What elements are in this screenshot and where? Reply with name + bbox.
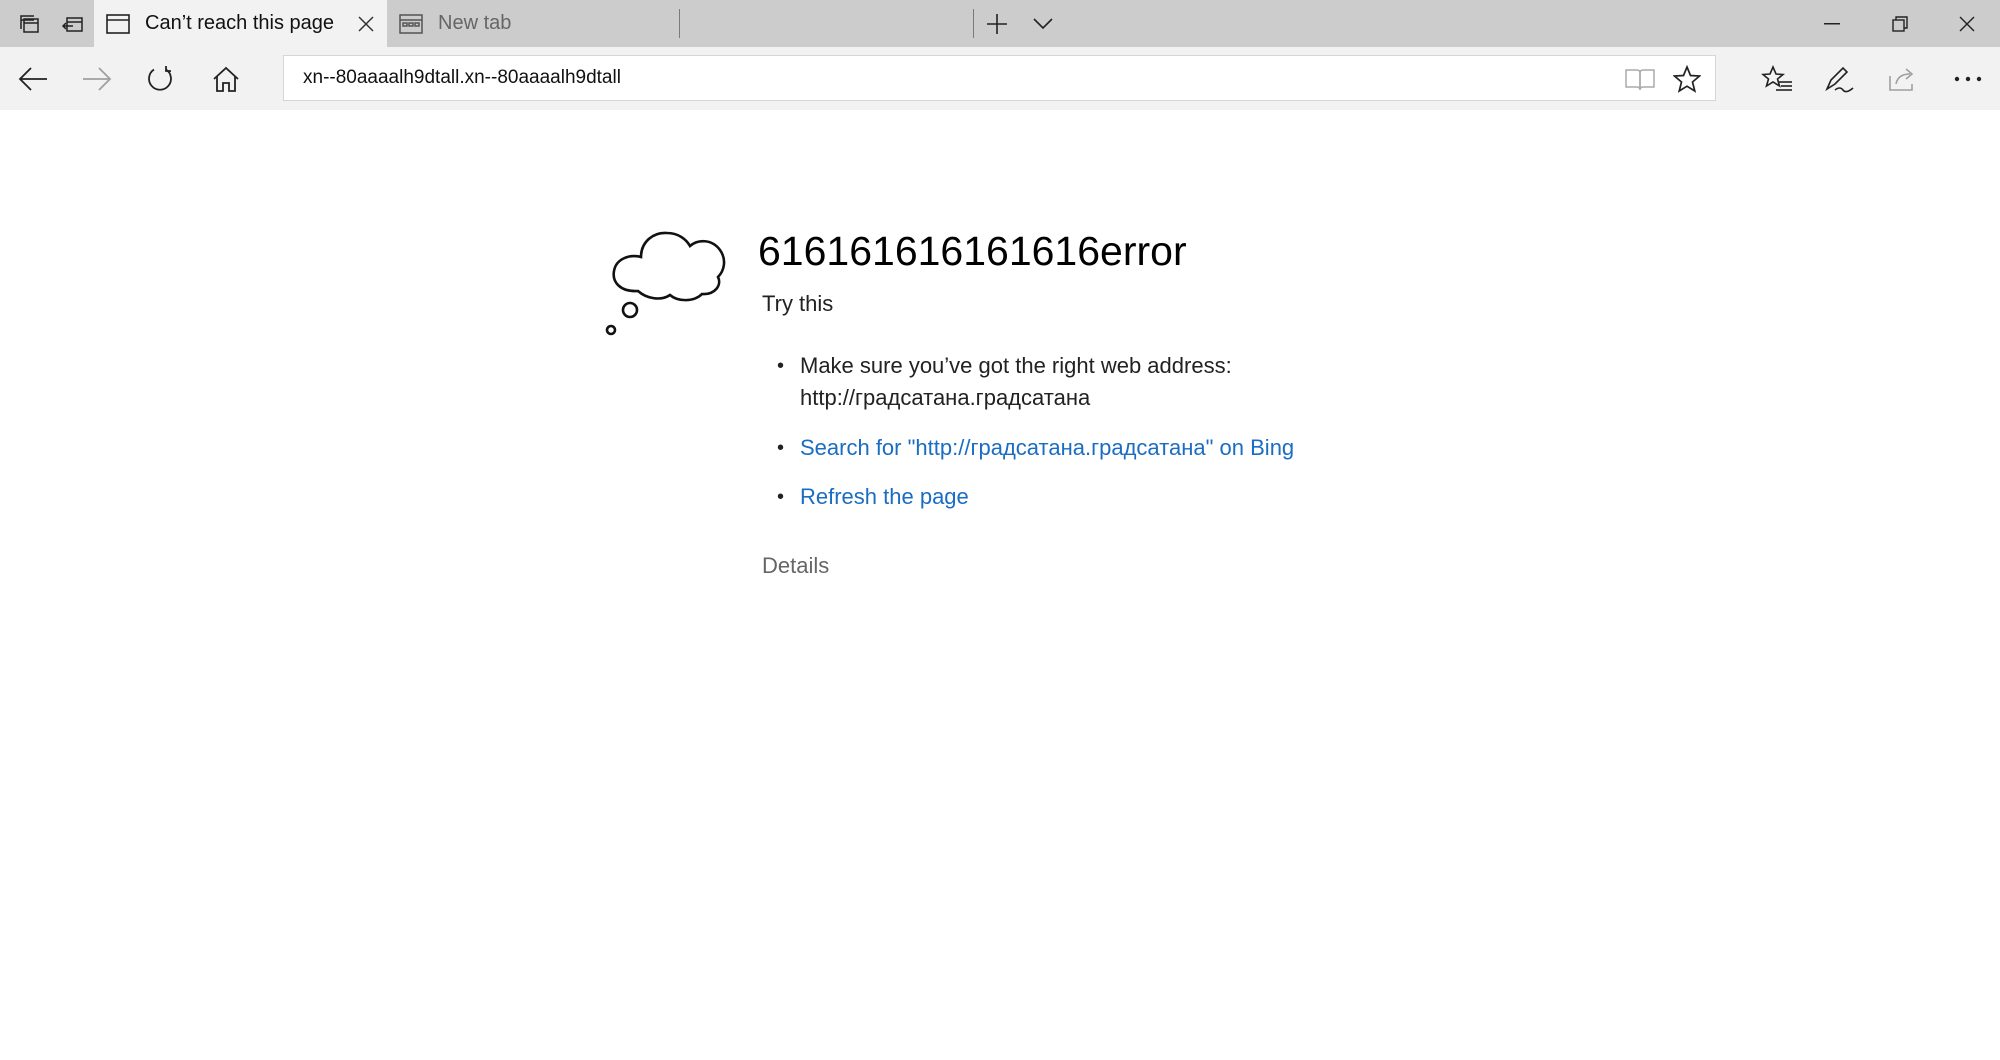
pen-icon — [1825, 65, 1855, 93]
tab-separator — [973, 9, 974, 38]
more-dots-icon — [1954, 76, 1982, 82]
requested-address-text: http://градсатана.градсатана — [800, 385, 1091, 410]
favorites-hub-icon — [1761, 64, 1793, 93]
back-button[interactable] — [2, 47, 64, 110]
more-button[interactable] — [1937, 47, 1999, 110]
try-this-label: Try this — [762, 291, 834, 316]
list-item: Refresh the page — [762, 481, 1294, 513]
error-heading: 616161616161616error — [758, 228, 1187, 274]
share-button[interactable] — [1872, 47, 1934, 110]
refresh-icon — [146, 65, 174, 93]
minimize-button[interactable] — [1800, 0, 1864, 47]
refresh-button[interactable] — [129, 47, 191, 110]
suggestion-address-text: Make sure you’ve got the right web addre… — [800, 353, 1232, 378]
page-icon — [105, 11, 131, 37]
refresh-page-link[interactable]: Refresh the page — [800, 484, 969, 509]
forward-arrow-icon — [82, 66, 112, 92]
thought-cloud-icon — [604, 215, 728, 338]
home-icon — [212, 66, 240, 92]
details-toggle[interactable]: Details — [762, 553, 829, 579]
tab-title: Can’t reach this page — [145, 12, 335, 34]
restore-icon — [1892, 15, 1908, 32]
share-icon — [1888, 66, 1918, 92]
tab-active[interactable]: Can’t reach this page — [94, 0, 387, 47]
tab-manager-icon — [17, 12, 41, 36]
home-button[interactable] — [195, 47, 257, 110]
tab-strip: Can’t reach this page New tab — [0, 0, 2000, 47]
address-bar[interactable]: xn--80aaaalh9dtall.xn--80aaaalh9dtall — [283, 55, 1716, 101]
new-tab-page-icon — [398, 11, 424, 37]
hub-favorites-button[interactable] — [1746, 47, 1808, 110]
search-on-bing-link[interactable]: Search for "http://градсатана.градсатана… — [800, 435, 1294, 460]
minimize-icon — [1824, 22, 1840, 25]
tab-new-tab[interactable]: New tab — [387, 0, 679, 47]
reading-view-icon[interactable] — [1623, 62, 1657, 96]
forward-button[interactable] — [66, 47, 128, 110]
tab-preview-button[interactable] — [1021, 0, 1065, 47]
tab-separator — [679, 9, 680, 38]
list-item: Search for "http://градсатана.градсатана… — [762, 432, 1294, 464]
suggestion-list: Make sure you’ve got the right web addre… — [762, 350, 1294, 513]
web-note-button[interactable] — [1809, 47, 1871, 110]
new-tab-button[interactable] — [975, 0, 1019, 47]
set-tabs-aside-icon — [61, 12, 85, 36]
navigation-bar: xn--80aaaalh9dtall.xn--80aaaalh9dtall — [0, 47, 2000, 110]
tab-title: New tab — [438, 12, 512, 34]
chevron-down-icon — [1033, 17, 1053, 30]
close-window-button[interactable] — [1935, 0, 1999, 47]
plus-icon — [986, 13, 1008, 35]
back-arrow-icon — [18, 66, 48, 92]
list-item: Make sure you’ve got the right web addre… — [762, 350, 1294, 414]
close-tab-icon[interactable] — [352, 10, 379, 37]
close-icon — [1959, 16, 1975, 32]
favorite-star-icon[interactable] — [1670, 62, 1704, 96]
restore-button[interactable] — [1868, 0, 1932, 47]
address-text[interactable]: xn--80aaaalh9dtall.xn--80aaaalh9dtall — [303, 67, 621, 89]
